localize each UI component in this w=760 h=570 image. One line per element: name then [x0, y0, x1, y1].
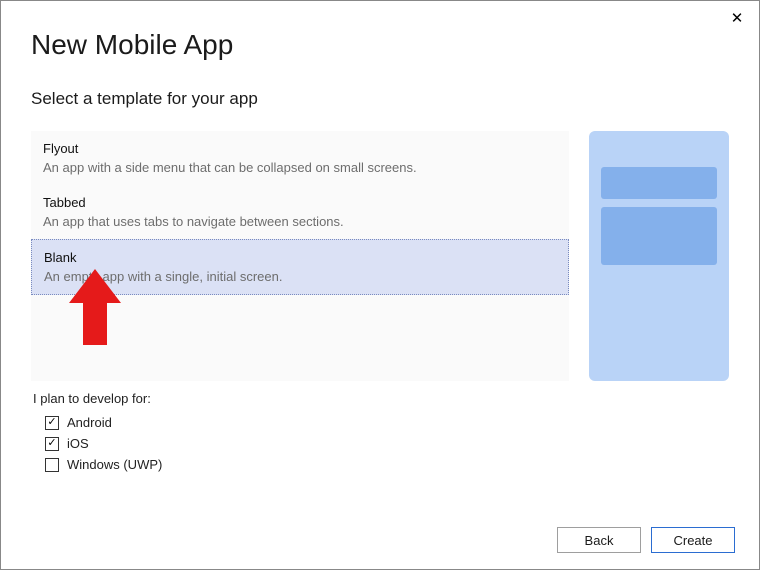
template-name: Flyout — [43, 141, 557, 156]
template-description: An empty app with a single, initial scre… — [44, 269, 556, 284]
dialog-subtitle: Select a template for your app — [1, 61, 759, 109]
platform-label: iOS — [67, 436, 89, 451]
platform-option-ios[interactable]: ✓ iOS — [33, 433, 759, 454]
template-item-blank[interactable]: Blank An empty app with a single, initia… — [31, 239, 569, 295]
template-name: Blank — [44, 250, 556, 265]
close-icon: ✕ — [731, 10, 744, 27]
button-label: Back — [585, 533, 614, 548]
checkbox-icon — [45, 458, 59, 472]
checkbox-icon: ✓ — [45, 416, 59, 430]
dialog-title: New Mobile App — [1, 1, 759, 61]
template-name: Tabbed — [43, 195, 557, 210]
preview-block-icon — [601, 167, 717, 199]
platform-option-android[interactable]: ✓ Android — [33, 412, 759, 433]
template-item-tabbed[interactable]: Tabbed An app that uses tabs to navigate… — [31, 185, 569, 239]
platform-option-windows-uwp[interactable]: Windows (UWP) — [33, 454, 759, 475]
close-button[interactable]: ✕ — [725, 7, 749, 31]
template-item-flyout[interactable]: Flyout An app with a side menu that can … — [31, 131, 569, 185]
template-preview — [589, 131, 729, 381]
template-description: An app that uses tabs to navigate betwee… — [43, 214, 557, 229]
platform-label: Android — [67, 415, 112, 430]
checkbox-icon: ✓ — [45, 437, 59, 451]
template-list: Flyout An app with a side menu that can … — [31, 131, 569, 381]
back-button[interactable]: Back — [557, 527, 641, 553]
button-label: Create — [673, 533, 712, 548]
platform-label: Windows (UWP) — [67, 457, 162, 472]
template-description: An app with a side menu that can be coll… — [43, 160, 557, 175]
create-button[interactable]: Create — [651, 527, 735, 553]
preview-block-icon — [601, 207, 717, 265]
develop-for-label: I plan to develop for: — [33, 391, 759, 406]
